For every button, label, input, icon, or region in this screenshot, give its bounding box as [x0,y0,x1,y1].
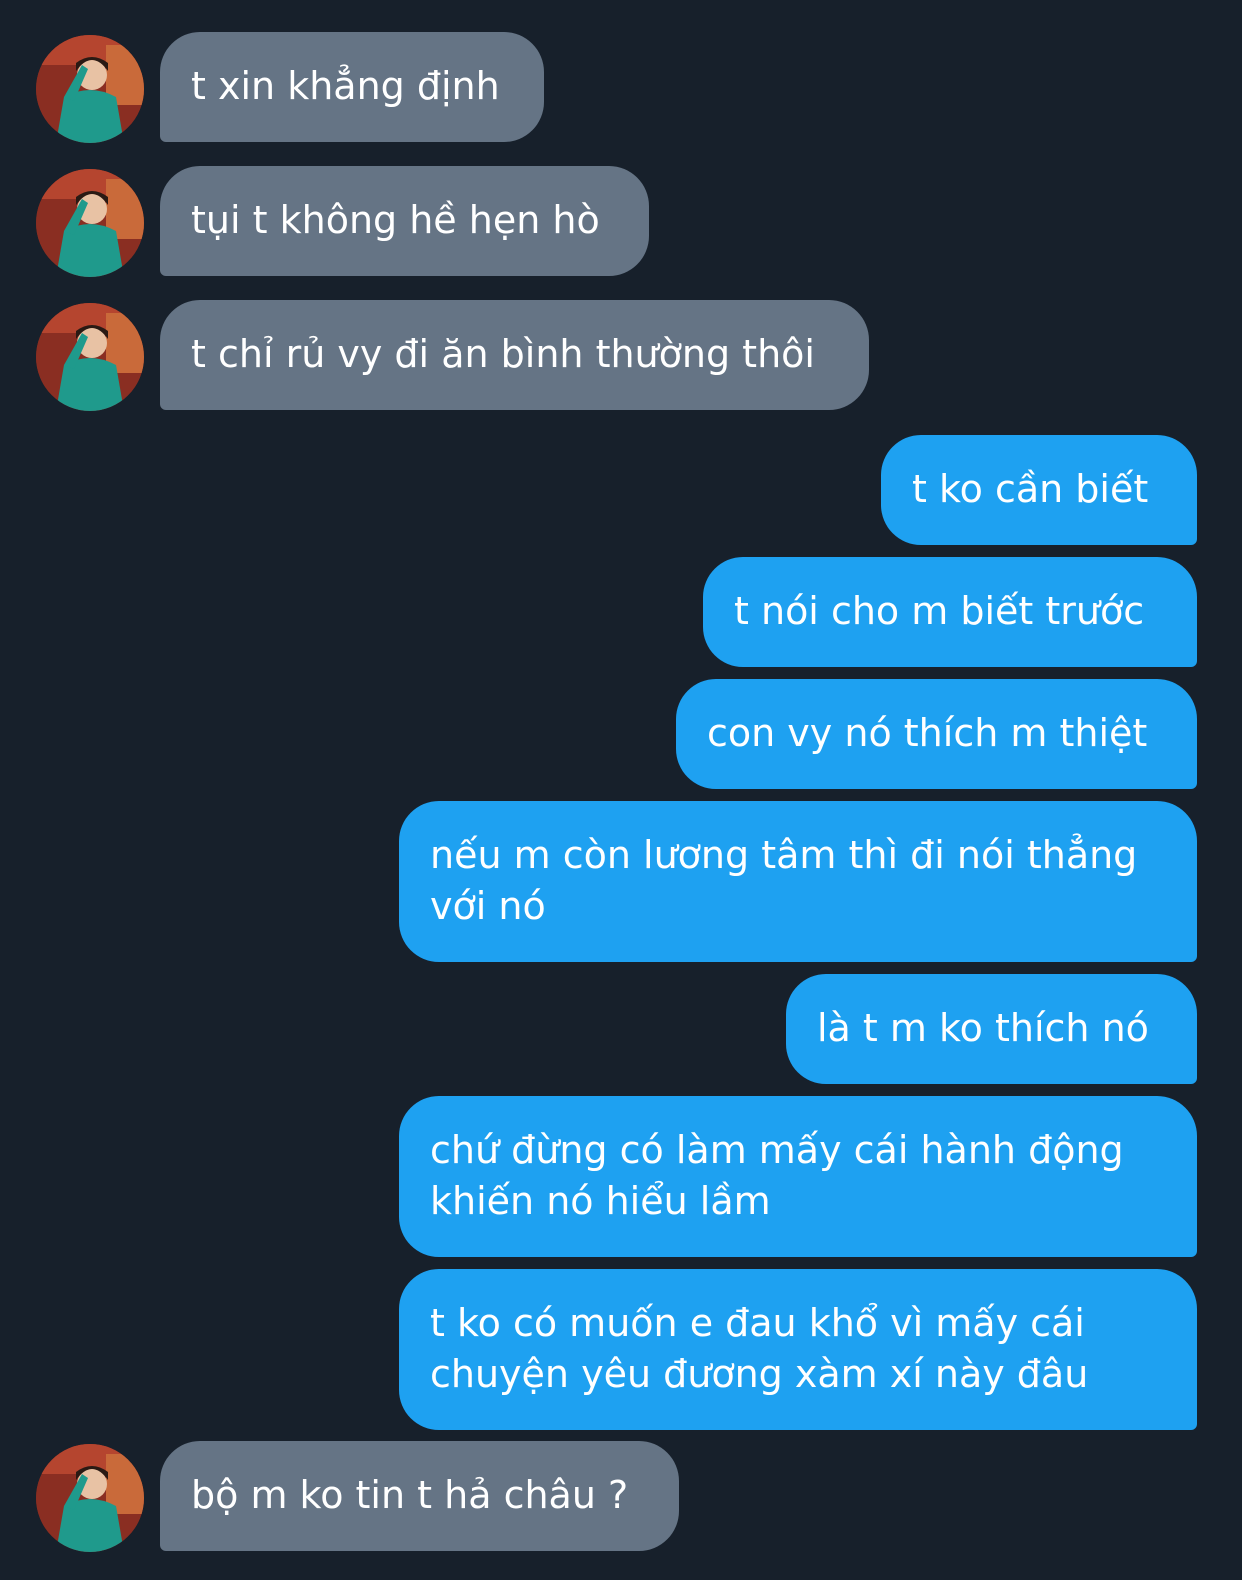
message-bubble: bộ m ko tin t hả châu ? [160,1441,679,1551]
avatar-image [36,169,144,277]
message-bubble: là t m ko thích nó [786,974,1197,1084]
avatar[interactable] [36,303,144,411]
message-bubble: con vy nó thích m thiệt [676,679,1197,789]
avatar-image [36,1444,144,1552]
message-bubble: nếu m còn lương tâm thì đi nói thẳng với… [399,801,1197,962]
avatar[interactable] [36,35,144,143]
avatar[interactable] [36,1444,144,1552]
message-bubble: t ko cần biết [881,435,1197,545]
message-bubble: chứ đừng có làm mấy cái hành động khiến … [399,1096,1197,1257]
message-bubble: t xin khẳng định [160,32,544,142]
message-bubble: t nói cho m biết trước [703,557,1197,667]
chat-thread: t xin khẳng định tụi t không hề hẹn hò t… [0,0,1242,1580]
message-bubble: tụi t không hề hẹn hò [160,166,649,276]
message-bubble: t chỉ rủ vy đi ăn bình thường thôi [160,300,869,410]
message-bubble: t ko có muốn e đau khổ vì mấy cái chuyện… [399,1269,1197,1430]
avatar-image [36,35,144,143]
avatar[interactable] [36,169,144,277]
avatar-image [36,303,144,411]
